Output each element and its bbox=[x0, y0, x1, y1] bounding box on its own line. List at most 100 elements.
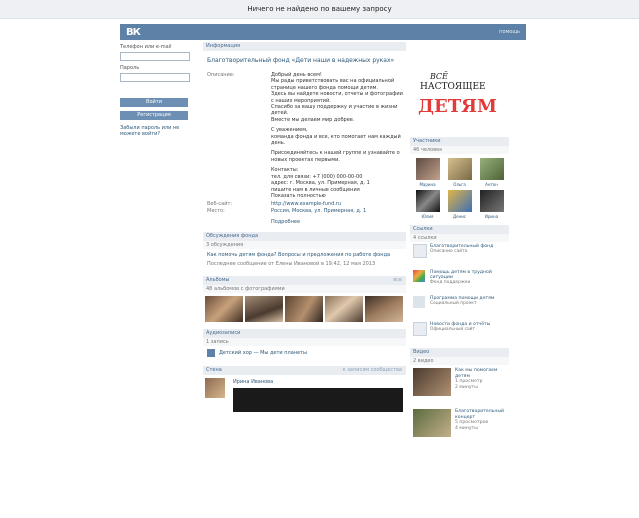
audio-header[interactable]: Аудиозаписи bbox=[203, 328, 406, 338]
photos-title: Альбомы bbox=[206, 276, 230, 283]
link-subtitle: Социальный проект bbox=[430, 301, 477, 306]
members-grid: Марина Ольга Антон Юлия Денис Ирина bbox=[410, 154, 509, 223]
videos-header[interactable]: Видео bbox=[410, 348, 509, 357]
avatar[interactable] bbox=[447, 158, 472, 180]
email-label: Телефон или e-mail bbox=[120, 44, 172, 50]
right-column: ВСЁ НАСТОЯЩЕЕ ДЕТЯМ Участники 46 человек… bbox=[410, 42, 509, 450]
avatar[interactable] bbox=[205, 377, 225, 398]
photos-all-link[interactable]: все bbox=[393, 276, 402, 285]
audio-title: Аудиозаписи bbox=[206, 329, 241, 336]
links-card: Ссылки 4 ссылки Благотворительный фонд Оп… bbox=[410, 225, 509, 346]
members-count: 46 человек bbox=[410, 146, 509, 154]
member-name[interactable]: Ольга bbox=[445, 182, 474, 187]
links-count: 4 ссылки bbox=[410, 234, 509, 242]
discussion-title: Обсуждения фонда bbox=[206, 232, 259, 239]
login-button[interactable]: Войти bbox=[120, 98, 188, 107]
info-label: Описание: bbox=[207, 72, 235, 78]
link-icon bbox=[413, 322, 427, 336]
member-name[interactable]: Марина bbox=[413, 182, 442, 187]
info-value: С уважением, команда фонда и все, кто по… bbox=[271, 127, 401, 147]
member-name[interactable]: Антон bbox=[477, 182, 506, 187]
video-item[interactable]: Благотворительный концерт 5 просмотров 4 … bbox=[413, 409, 506, 447]
member[interactable]: Юлия bbox=[413, 190, 442, 219]
link-item[interactable]: Программа помощи детям Социальный проект bbox=[413, 296, 506, 320]
video-meta: 5 просмотров 4 минуты bbox=[455, 420, 489, 431]
wall-author[interactable]: Ирина Иванова bbox=[233, 379, 273, 385]
avatar[interactable] bbox=[415, 190, 440, 212]
member[interactable]: Антон bbox=[477, 158, 506, 187]
wall-video-thumbnail[interactable] bbox=[233, 387, 403, 412]
audio-subtitle: 1 запись bbox=[203, 337, 406, 346]
discussion-subtitle: 3 обсуждения bbox=[203, 240, 406, 249]
brand-line-1: ВСЁ bbox=[430, 72, 448, 81]
audio-track[interactable]: Детский хор — Мы дети планеты bbox=[203, 346, 406, 360]
avatar[interactable] bbox=[479, 158, 504, 180]
member-name[interactable]: Юлия bbox=[413, 214, 442, 219]
brand-logo: ВСЁ НАСТОЯЩЕЕ ДЕТЯМ bbox=[410, 42, 509, 137]
members-header[interactable]: Участники bbox=[410, 137, 509, 146]
location-label: Место: bbox=[207, 207, 225, 214]
video-title[interactable]: Благотворительный концерт bbox=[455, 409, 506, 420]
videos-card: Видео 2 видео Как мы помогаем детям 1 про… bbox=[410, 348, 509, 447]
discussion-topic[interactable]: Как помочь детям фонда? Вопросы и предло… bbox=[203, 249, 406, 261]
wall-all-link[interactable]: к записям сообщества bbox=[343, 366, 402, 375]
main-column: Информация Благотворительный фонд «Дети … bbox=[203, 42, 406, 412]
password-field[interactable] bbox=[120, 73, 190, 82]
album-photo[interactable] bbox=[285, 295, 323, 322]
top-notice-text: Ничего не найдено по вашему запросу bbox=[247, 5, 392, 13]
discussion-header[interactable]: Обсуждения фонда bbox=[203, 231, 406, 241]
wall-post: Ирина Иванова bbox=[203, 377, 406, 412]
register-button[interactable]: Регистрация bbox=[120, 111, 188, 120]
album-photo[interactable] bbox=[245, 295, 283, 322]
avatar[interactable] bbox=[447, 190, 472, 212]
tab-info[interactable]: Информация bbox=[203, 42, 406, 51]
photo-strip bbox=[203, 293, 406, 325]
location-link[interactable]: Россия, Москва, ул. Примерная, д. 1 bbox=[271, 208, 406, 214]
top-notice-bar: Ничего не найдено по вашему запросу bbox=[0, 0, 639, 19]
album-photo[interactable] bbox=[325, 295, 363, 322]
page-title: Благотворительный фонд «Дети наши в наде… bbox=[207, 57, 395, 64]
member[interactable]: Марина bbox=[413, 158, 442, 187]
info-value: Добрый день всем! Мы рады приветствовать… bbox=[271, 72, 403, 123]
video-thumbnail[interactable] bbox=[413, 409, 451, 437]
photos-header[interactable]: Альбомы все bbox=[203, 275, 406, 285]
videos-count: 2 видео bbox=[410, 357, 509, 365]
link-subtitle: Фонд поддержки bbox=[430, 280, 471, 285]
member-name[interactable]: Денис bbox=[445, 214, 474, 219]
help-link[interactable]: помощь bbox=[499, 29, 520, 35]
album-photo[interactable] bbox=[365, 295, 403, 322]
link-item[interactable]: Помощь детям в трудной ситуации Фонд подд… bbox=[413, 270, 506, 294]
links-header[interactable]: Ссылки bbox=[410, 225, 509, 234]
play-icon[interactable] bbox=[207, 348, 215, 357]
member[interactable]: Ольга bbox=[445, 158, 474, 187]
link-subtitle: Официальный сайт bbox=[430, 327, 476, 332]
link-title[interactable]: Помощь детям в трудной ситуации bbox=[430, 270, 506, 280]
email-field[interactable] bbox=[120, 52, 190, 61]
avatar[interactable] bbox=[415, 158, 440, 180]
link-item[interactable]: Благотворительный фонд Описание сайта bbox=[413, 244, 506, 268]
photos-subtitle: 48 альбомов с фотографиями bbox=[203, 284, 406, 293]
member[interactable]: Денис bbox=[445, 190, 474, 219]
vk-logo[interactable]: ВК bbox=[126, 27, 141, 38]
brand-line-3: ДЕТЯМ bbox=[418, 96, 497, 117]
info-row: Контакты: тел. для связи: +7 (000) 000-0… bbox=[207, 167, 406, 199]
video-title[interactable]: Как мы помогаем детям bbox=[455, 368, 506, 379]
site-header: ВК помощь bbox=[120, 24, 526, 40]
members-card: Участники 46 человек Марина Ольга Антон … bbox=[410, 137, 509, 223]
video-item[interactable]: Как мы помогаем детям 1 просмотр 2 минуты bbox=[413, 368, 506, 406]
wall-header: Стена к записям сообщества bbox=[203, 365, 406, 375]
info-value: Присоединяйтесь к нашей группе и узнавай… bbox=[271, 150, 400, 163]
member-name[interactable]: Ирина bbox=[477, 214, 506, 219]
more-link[interactable]: Подробнее bbox=[271, 219, 406, 225]
site-label: Веб-сайт: bbox=[207, 201, 233, 208]
password-label: Пароль bbox=[120, 65, 140, 71]
info-row: Присоединяйтесь к нашей группе и узнавай… bbox=[207, 150, 406, 163]
avatar[interactable] bbox=[479, 190, 504, 212]
member[interactable]: Ирина bbox=[477, 190, 506, 219]
audio-track-title: Детский хор — Мы дети планеты bbox=[219, 349, 307, 356]
video-thumbnail[interactable] bbox=[413, 368, 451, 396]
album-photo[interactable] bbox=[205, 295, 243, 322]
info-row-description: Описание: Добрый день всем! Мы рады прив… bbox=[207, 72, 406, 123]
forgot-password-link[interactable]: Забыли пароль или не можете войти? bbox=[120, 125, 196, 137]
link-item[interactable]: Новости фонда и отчёты Официальный сайт bbox=[413, 322, 506, 346]
